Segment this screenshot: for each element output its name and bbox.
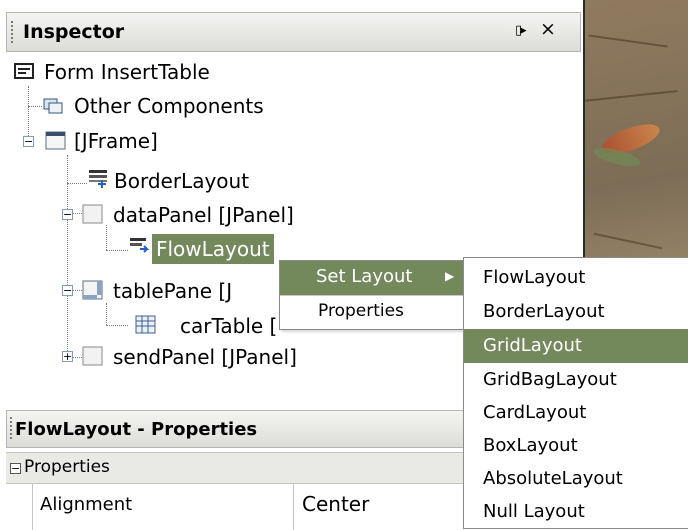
menu-item-set-layout[interactable]: Set Layout ▶ (280, 261, 464, 295)
inspector-title: Inspector (23, 21, 125, 43)
properties-title: FlowLayout - Properties (15, 419, 258, 440)
close-icon[interactable]: × (540, 18, 556, 40)
collapse-toggle[interactable]: − (62, 285, 73, 296)
form-icon (14, 63, 34, 79)
tree-item-label: Other Components (74, 94, 264, 118)
property-value[interactable]: Center (302, 492, 369, 516)
tree-item-label: Form InsertTable (44, 60, 210, 84)
panel-icon (82, 204, 103, 224)
submenu-item-absolutelayout[interactable]: AbsoluteLayout (464, 462, 688, 496)
section-label: Properties (24, 457, 110, 477)
submenu-item-gridbaglayout[interactable]: GridBagLayout (464, 363, 688, 397)
collapse-toggle[interactable]: − (23, 136, 34, 147)
submenu-item-cardlayout[interactable]: CardLayout (464, 396, 688, 430)
panel-icon (82, 346, 103, 366)
border-layout-icon (89, 170, 107, 188)
tree-item-sendpanel[interactable]: + sendPanel [JPanel] (55, 342, 375, 372)
tree-item-label: sendPanel [JPanel] (113, 345, 297, 369)
tree-connector (72, 290, 82, 291)
drag-grip[interactable] (11, 21, 13, 45)
tree-item-label: FlowLayout (152, 234, 274, 264)
menu-item-label: Set Layout (316, 266, 413, 287)
scroll-pane-icon (82, 280, 103, 300)
expand-toggle[interactable]: + (62, 351, 73, 362)
inspector-header: Inspector ▯▸ × (6, 12, 581, 52)
submenu-item-label: GridLayout (483, 335, 582, 356)
dock-icon[interactable]: ▯▸ (515, 23, 527, 38)
submenu-item-flowlayout[interactable]: FlowLayout (464, 261, 688, 295)
submenu-item-label: GridBagLayout (483, 369, 617, 390)
tree-connector (106, 325, 128, 326)
frame-icon (45, 131, 66, 150)
tree-item-label: [JFrame] (74, 129, 158, 153)
menu-item-properties[interactable]: Properties (280, 296, 464, 329)
submenu-item-label: BoxLayout (483, 435, 578, 456)
tree-item-label: dataPanel [JPanel] (113, 203, 294, 227)
drag-grip[interactable] (10, 417, 12, 441)
submenu-item-label: FlowLayout (483, 267, 586, 288)
layout-submenu: FlowLayout BorderLayout GridLayout GridB… (463, 257, 688, 529)
tree-connector (67, 183, 87, 184)
submenu-item-null-layout[interactable]: Null Layout (464, 495, 688, 529)
property-name: Alignment (40, 494, 133, 515)
tree-item-datapanel[interactable]: − dataPanel [JPanel] (55, 200, 355, 230)
tree-connector (106, 250, 128, 251)
submenu-item-label: CardLayout (483, 402, 587, 423)
tree-item-label: carTable [ (180, 314, 278, 338)
components-icon (43, 98, 63, 114)
context-menu: Set Layout ▶ Properties (279, 260, 465, 330)
tree-item-label: tablePane [J (113, 279, 233, 303)
submenu-item-label: BorderLayout (483, 301, 605, 322)
tree-connector (28, 106, 42, 107)
tree-item-label: BorderLayout (114, 169, 250, 193)
submenu-item-gridlayout[interactable]: GridLayout (464, 329, 688, 363)
tree-connector (106, 303, 107, 325)
submenu-item-label: AbsoluteLayout (483, 468, 623, 489)
tree-connector (67, 155, 68, 353)
menu-item-label: Properties (318, 301, 404, 321)
collapse-toggle[interactable]: − (10, 463, 21, 474)
tree-item-jframe[interactable]: − [JFrame] (0, 126, 260, 156)
submenu-item-borderlayout[interactable]: BorderLayout (464, 295, 688, 329)
submenu-item-boxlayout[interactable]: BoxLayout (464, 429, 688, 463)
submenu-item-label: Null Layout (483, 501, 585, 522)
submenu-arrow-icon: ▶ (445, 269, 455, 283)
flow-layout-icon (130, 238, 150, 253)
collapse-toggle[interactable]: − (62, 209, 73, 220)
table-icon (135, 315, 156, 334)
